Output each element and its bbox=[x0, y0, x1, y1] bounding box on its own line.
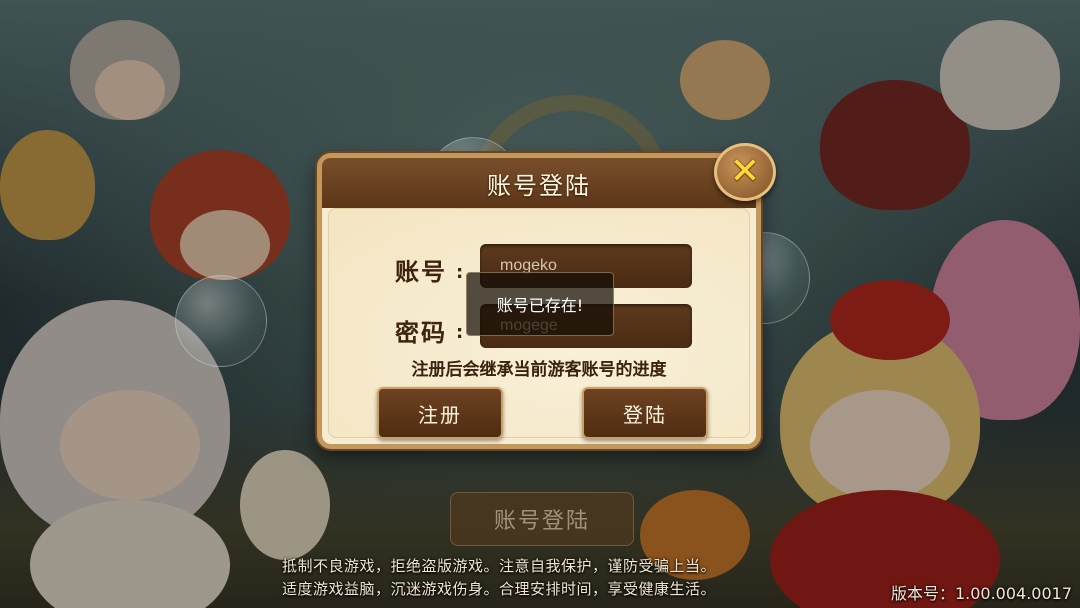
dialog-title: 账号登陆 bbox=[487, 171, 591, 200]
account-colon: : bbox=[456, 262, 464, 283]
password-label: 密码 bbox=[395, 319, 447, 347]
account-label: 账号 bbox=[395, 258, 447, 286]
close-x-icon: ✕ bbox=[729, 151, 761, 192]
health-notice: 抵制不良游戏，拒绝盗版游戏。注意自我保护，谨防受骗上当。 适度游戏益脑，沉迷游戏… bbox=[282, 555, 802, 601]
register-hint: 注册后会继承当前游客账号的进度 bbox=[411, 360, 667, 380]
version-label: 版本号：1.00.004.0017 bbox=[890, 584, 1072, 603]
toast-message: 账号已存在! bbox=[466, 272, 614, 336]
login-button[interactable]: 登陆 bbox=[582, 387, 708, 439]
health-notice-line1: 抵制不良游戏，拒绝盗版游戏。注意自我保护，谨防受骗上当。 bbox=[282, 557, 717, 575]
close-button[interactable]: ✕ bbox=[714, 143, 776, 201]
background-login-button[interactable]: 账号登陆 bbox=[450, 492, 634, 546]
health-notice-line2: 适度游戏益脑，沉迷游戏伤身。合理安排时间，享受健康生活。 bbox=[282, 580, 717, 598]
bubble-decoration bbox=[175, 275, 267, 367]
register-button[interactable]: 注册 bbox=[377, 387, 503, 439]
password-colon: : bbox=[456, 322, 464, 343]
dialog-header: 账号登陆 bbox=[322, 158, 756, 208]
